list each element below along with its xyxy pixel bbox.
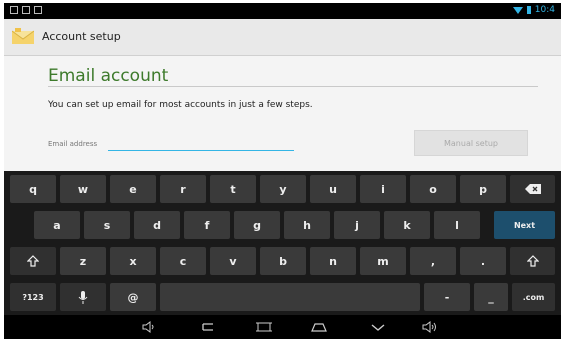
key-r[interactable]: r (160, 175, 206, 203)
keyboard-row-2: a s d f g h j k l Next (4, 207, 561, 243)
key-p[interactable]: p (460, 175, 506, 203)
key-s[interactable]: s (84, 211, 130, 239)
volume-up-icon[interactable] (422, 321, 438, 333)
shift-key-right[interactable] (510, 247, 555, 275)
device-screen: 10:4 Account setup Email account You can… (4, 3, 561, 339)
key-z[interactable]: z (60, 247, 106, 275)
soft-keyboard: q w e r t y u i o p a s d f g h j k l Ne… (4, 171, 561, 315)
navigation-bar (4, 315, 561, 339)
key-x[interactable]: x (110, 247, 156, 275)
action-bar-title: Account setup (42, 30, 121, 43)
screenshot-icon[interactable] (256, 321, 272, 333)
keyboard-row-1: q w e r t y u i o p (4, 171, 561, 207)
email-field[interactable] (108, 134, 294, 151)
key-o[interactable]: o (410, 175, 456, 203)
key-v[interactable]: v (210, 247, 256, 275)
key-y[interactable]: y (260, 175, 306, 203)
key-b[interactable]: b (260, 247, 306, 275)
back-icon[interactable] (200, 321, 216, 333)
key-q[interactable]: q (10, 175, 56, 203)
dotcom-key[interactable]: .com (512, 283, 555, 311)
key-n[interactable]: n (310, 247, 356, 275)
shift-key-left[interactable] (10, 247, 56, 275)
key-at[interactable]: @ (110, 283, 156, 311)
wifi-icon (512, 6, 523, 14)
setup-form: Email account You can set up email for m… (4, 56, 561, 171)
key-k[interactable]: k (384, 211, 430, 239)
keyboard-row-4: ?123 @ - _ .com (4, 279, 561, 315)
manual-setup-button[interactable]: Manual setup (414, 130, 528, 156)
notification-icon (34, 6, 42, 14)
key-e[interactable]: e (110, 175, 156, 203)
key-h[interactable]: h (284, 211, 330, 239)
email-app-icon (12, 28, 34, 44)
page-title: Email account (48, 66, 169, 86)
battery-icon (526, 6, 531, 14)
backspace-key[interactable] (510, 175, 555, 203)
keyboard-row-3: z x c v b n m , . (4, 243, 561, 279)
key-c[interactable]: c (160, 247, 206, 275)
action-bar: Account setup (4, 19, 561, 56)
key-underscore[interactable]: _ (474, 283, 508, 311)
title-divider (48, 86, 538, 87)
microphone-icon (78, 290, 88, 304)
key-comma[interactable]: , (410, 247, 456, 275)
key-w[interactable]: w (60, 175, 106, 203)
shift-icon (526, 255, 539, 267)
key-m[interactable]: m (360, 247, 406, 275)
hide-keyboard-icon[interactable] (370, 321, 386, 333)
system-icons: 10:4 (512, 5, 555, 15)
key-period[interactable]: . (460, 247, 506, 275)
volume-down-icon[interactable] (142, 321, 156, 333)
key-g[interactable]: g (234, 211, 280, 239)
key-a[interactable]: a (34, 211, 80, 239)
space-bar[interactable] (160, 283, 420, 311)
home-icon[interactable] (310, 321, 328, 333)
backspace-icon (524, 184, 541, 194)
key-dash[interactable]: - (424, 283, 470, 311)
symbols-key[interactable]: ?123 (10, 283, 56, 311)
status-bar: 10:4 (4, 3, 561, 19)
key-i[interactable]: i (360, 175, 406, 203)
next-key[interactable]: Next (494, 211, 555, 239)
clock: 10:4 (534, 5, 555, 15)
key-l[interactable]: l (434, 211, 480, 239)
voice-input-key[interactable] (60, 283, 106, 311)
intro-text: You can set up email for most accounts i… (48, 100, 313, 110)
email-label: Email address (48, 140, 98, 148)
notification-icon (22, 6, 30, 14)
key-u[interactable]: u (310, 175, 356, 203)
key-j[interactable]: j (334, 211, 380, 239)
notification-icon (10, 6, 18, 14)
key-d[interactable]: d (134, 211, 180, 239)
notification-icons (10, 6, 42, 14)
key-t[interactable]: t (210, 175, 256, 203)
shift-icon (27, 255, 39, 267)
key-f[interactable]: f (184, 211, 230, 239)
